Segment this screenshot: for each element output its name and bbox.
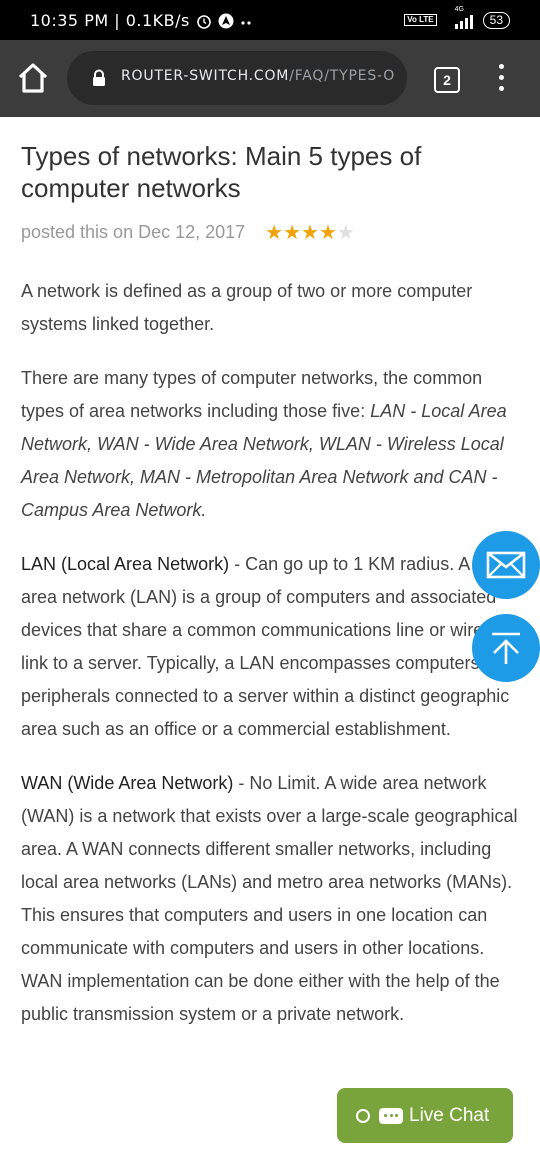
status-right: Vo LTE 4G 53: [404, 6, 510, 30]
online-status-icon: [356, 1108, 370, 1123]
lan-term: LAN (Local Area Network): [21, 554, 230, 574]
lock-icon: [93, 69, 105, 86]
paragraph-intro: A network is defined as a group of two o…: [21, 281, 473, 334]
browser-toolbar: ROUTER-SWITCH.COM/FAQ/TYPES-O 2: [0, 40, 540, 117]
volte-icon: Vo LTE: [404, 14, 437, 26]
url-path: /FAQ/TYPES-O: [289, 68, 396, 84]
paragraph-wan: WAN (Wide Area Network) - No Limit. A wi…: [21, 767, 521, 1031]
chat-bubble-icon: [379, 1107, 403, 1124]
tab-switcher-button[interactable]: 2: [434, 67, 460, 93]
paragraph-lan: LAN (Local Area Network) - Can go up to …: [21, 548, 521, 746]
live-chat-button[interactable]: Live Chat: [337, 1088, 513, 1143]
star-rating[interactable]: ★★★★★: [265, 220, 355, 245]
wan-description: - No Limit. A wide area network (WAN) is…: [21, 773, 518, 1024]
star-icon: ★: [283, 222, 302, 244]
navigation-app-icon: [218, 13, 234, 28]
more-notifications-icon: [241, 20, 251, 25]
back-to-top-button[interactable]: [472, 614, 540, 682]
home-icon[interactable]: [16, 61, 50, 95]
status-bar: 10:35 PM | 0.1KB/s Vo LTE 4G 53: [0, 0, 540, 40]
paragraph-types: There are many types of computer network…: [21, 362, 521, 527]
url-domain: ROUTER-SWITCH.COM: [121, 68, 290, 84]
url-text: ROUTER-SWITCH.COM/FAQ/TYPES-O: [121, 68, 395, 84]
lan-description: - Can go up to 1 KM radius. A local area…: [21, 554, 516, 739]
arrow-up-icon: [492, 632, 520, 664]
mail-icon: [486, 551, 526, 579]
status-time: 10:35 PM | 0.1KB/s: [30, 11, 190, 30]
page-title: Types of networks: Main 5 types of compu…: [21, 141, 422, 203]
email-button[interactable]: [472, 531, 540, 599]
more-menu-icon[interactable]: [497, 64, 505, 94]
posted-date: posted this on Dec 12, 2017: [21, 222, 246, 242]
star-icon: ★: [265, 222, 284, 244]
star-empty-icon: ★: [336, 222, 355, 244]
address-bar[interactable]: ROUTER-SWITCH.COM/FAQ/TYPES-O: [67, 51, 407, 105]
star-icon: ★: [301, 222, 319, 244]
battery-icon: 53: [482, 11, 510, 29]
post-meta: posted this on Dec 12, 2017 ★★★★★: [21, 220, 521, 245]
alarm-icon: [197, 14, 211, 29]
signal-strength-icon: [454, 15, 473, 29]
signal-group: 4G: [443, 6, 477, 30]
star-icon: ★: [318, 222, 337, 244]
wan-term: WAN (Wide Area Network): [21, 773, 234, 793]
article: Types of networks: Main 5 types of compu…: [21, 140, 521, 1031]
live-chat-label: Live Chat: [409, 1104, 490, 1126]
status-left: 10:35 PM | 0.1KB/s: [30, 11, 252, 30]
